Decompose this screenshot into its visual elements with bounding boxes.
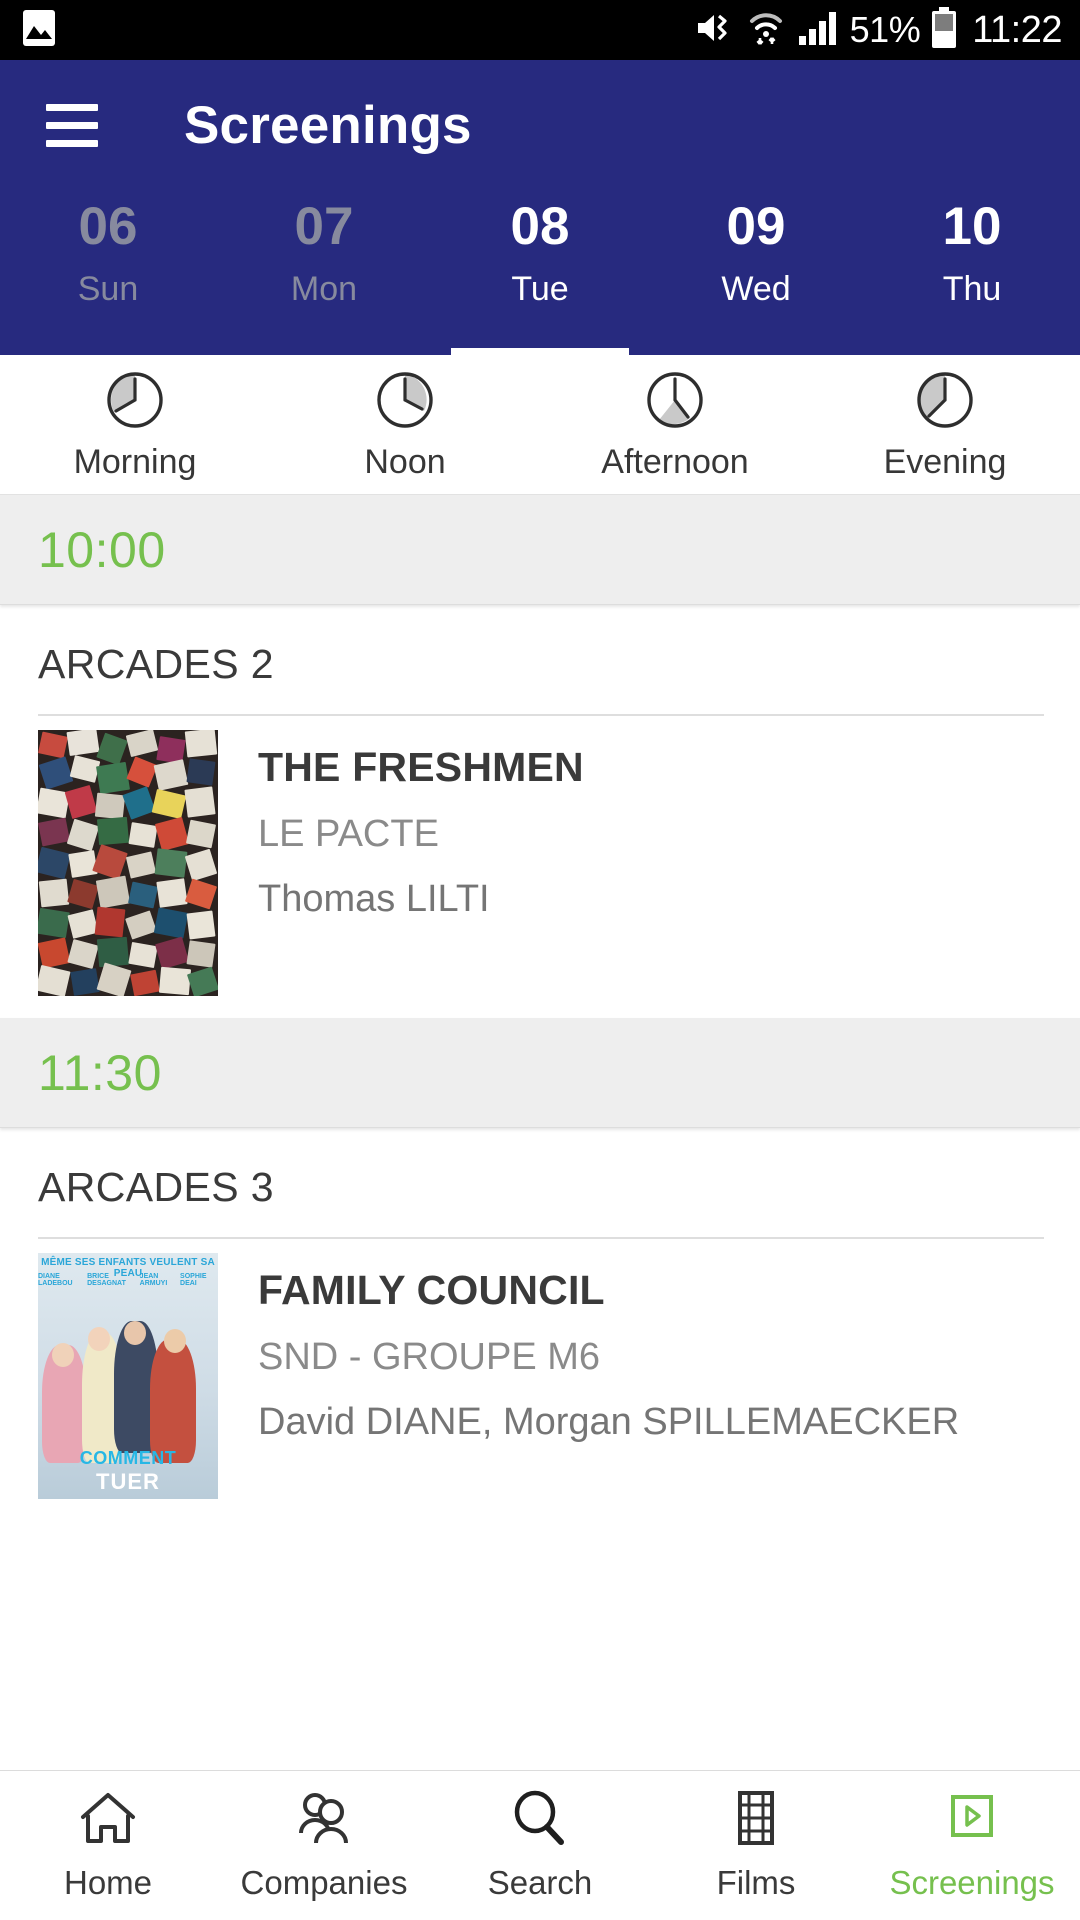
nav-item-companies[interactable]: Companies xyxy=(216,1789,432,1902)
date-tab-10[interactable]: 10 Thu xyxy=(864,190,1080,355)
bottom-navigation: Home Companies Search Films Screenings xyxy=(0,1770,1080,1920)
poster-art xyxy=(38,730,218,996)
nav-item-screenings[interactable]: Screenings xyxy=(864,1789,1080,1902)
venue-block: ARCADES 2 THE FRESHMEN LE PACTE Thomas L… xyxy=(0,605,1080,1018)
period-filter-bar: Morning Noon Afternoon Evening xyxy=(0,355,1080,495)
poster-art: MÊME SES ENFANTS VEULENT SA PEAU DIANE L… xyxy=(38,1253,218,1499)
period-label: Noon xyxy=(364,443,446,481)
page-title: Screenings xyxy=(184,95,472,155)
date-weekday: Thu xyxy=(942,270,1002,309)
date-selector: 06 Sun 07 Mon 08 Tue 09 Wed 10 Thu xyxy=(0,190,1080,355)
hamburger-menu-icon[interactable] xyxy=(46,103,98,147)
app-root: 51% 11:22 Screenings 06 Sun 07 Mon 08 Tu… xyxy=(0,0,1080,1920)
date-tab-06[interactable]: 06 Sun xyxy=(0,190,216,355)
date-weekday: Sun xyxy=(77,270,139,309)
battery-icon xyxy=(931,6,957,54)
film-info: FAMILY COUNCIL SND - GROUPE M6 David DIA… xyxy=(218,1253,959,1499)
venue-block: ARCADES 3 MÊME SES ENFANTS VEULENT SA PE… xyxy=(0,1128,1080,1521)
status-bar: 51% 11:22 xyxy=(0,0,1080,60)
film-strip-icon xyxy=(725,1789,787,1852)
period-label: Evening xyxy=(883,443,1007,481)
film-director: Thomas LILTI xyxy=(258,878,490,920)
film-info: THE FRESHMEN LE PACTE Thomas LILTI xyxy=(218,730,584,996)
poster-title: COMMENT TUER xyxy=(38,1448,218,1495)
status-bar-clock: 11:22 xyxy=(972,9,1062,51)
mute-icon xyxy=(695,9,735,52)
poster-figures xyxy=(38,1313,218,1463)
app-bar-top: Screenings xyxy=(0,60,1080,190)
clock-noon-icon xyxy=(372,367,438,433)
period-filter-morning[interactable]: Morning xyxy=(0,367,270,482)
time-header: 10:00 xyxy=(0,495,1080,605)
clock-morning-icon xyxy=(102,367,168,433)
date-number: 09 xyxy=(726,197,786,256)
poster-title-line2: TUER xyxy=(96,1469,160,1494)
film-company: SND - GROUPE M6 xyxy=(258,1336,601,1378)
period-filter-noon[interactable]: Noon xyxy=(270,367,540,482)
film-poster[interactable]: MÊME SES ENFANTS VEULENT SA PEAU DIANE L… xyxy=(38,1253,218,1499)
nav-label: Home xyxy=(63,1864,153,1901)
period-filter-evening[interactable]: Evening xyxy=(810,367,1080,482)
nav-item-films[interactable]: Films xyxy=(648,1789,864,1902)
play-box-icon xyxy=(941,1789,1003,1852)
poster-cast-name: JEAN ARMUYI xyxy=(139,1273,168,1287)
date-tab-09[interactable]: 09 Wed xyxy=(648,190,864,355)
image-icon xyxy=(22,9,56,52)
search-icon xyxy=(509,1789,571,1852)
poster-cast-name: SOPHIE DEAI xyxy=(180,1273,207,1287)
film-poster[interactable] xyxy=(38,730,218,996)
time-label: 11:30 xyxy=(38,1044,162,1101)
clock-evening-icon xyxy=(912,367,978,433)
time-label: 10:00 xyxy=(38,521,166,578)
date-weekday: Mon xyxy=(290,270,358,309)
wifi-icon xyxy=(746,8,786,53)
hamburger-line xyxy=(46,121,98,129)
hamburger-line xyxy=(46,139,98,147)
venue-name: ARCADES 3 xyxy=(38,1164,275,1210)
signal-icon xyxy=(797,9,839,52)
nav-item-home[interactable]: Home xyxy=(0,1789,216,1902)
poster-title-line1: COMMENT xyxy=(79,1448,177,1468)
time-header: 11:30 xyxy=(0,1018,1080,1128)
home-icon xyxy=(77,1789,139,1852)
date-weekday: Tue xyxy=(511,270,569,309)
battery-percent: 51% xyxy=(849,9,921,50)
poster-cast-name: BRICE DESAGNAT xyxy=(87,1273,126,1287)
film-row[interactable]: THE FRESHMEN LE PACTE Thomas LILTI xyxy=(38,716,1044,1018)
clock-afternoon-icon xyxy=(642,367,708,433)
film-company: LE PACTE xyxy=(258,813,439,855)
date-tab-08[interactable]: 08 Tue xyxy=(432,190,648,355)
period-label: Afternoon xyxy=(601,443,749,481)
period-filter-afternoon[interactable]: Afternoon xyxy=(540,367,810,482)
nav-item-search[interactable]: Search xyxy=(432,1789,648,1902)
date-weekday: Wed xyxy=(721,270,791,309)
poster-cast-name: DIANE LADEBOU xyxy=(38,1273,73,1287)
nav-label: Search xyxy=(487,1864,593,1901)
nav-label: Films xyxy=(716,1864,796,1901)
status-bar-right: 51% 11:22 xyxy=(695,6,1062,54)
date-tab-07[interactable]: 07 Mon xyxy=(216,190,432,355)
date-number: 08 xyxy=(510,197,570,256)
period-label: Morning xyxy=(73,443,197,481)
date-number: 07 xyxy=(294,197,354,256)
app-bar: Screenings 06 Sun 07 Mon 08 Tue 09 Wed 1 xyxy=(0,60,1080,355)
people-icon xyxy=(293,1789,355,1852)
nav-label: Screenings xyxy=(889,1864,1055,1901)
date-active-indicator xyxy=(451,348,629,355)
film-title: THE FRESHMEN xyxy=(258,744,584,790)
film-director: David DIANE, Morgan SPILLEMAECKER xyxy=(258,1401,960,1443)
film-row[interactable]: MÊME SES ENFANTS VEULENT SA PEAU DIANE L… xyxy=(38,1239,1044,1521)
hamburger-line xyxy=(46,103,98,111)
screenings-list[interactable]: 10:00 ARCADES 2 THE FRESHMEN LE PACTE Th… xyxy=(0,495,1080,1770)
status-bar-left xyxy=(22,9,56,52)
nav-label: Companies xyxy=(240,1864,408,1901)
date-number: 06 xyxy=(78,197,138,256)
film-title: FAMILY COUNCIL xyxy=(258,1267,605,1313)
date-number: 10 xyxy=(942,197,1002,256)
poster-cast: DIANE LADEBOU BRICE DESAGNAT JEAN ARMUYI… xyxy=(38,1273,218,1287)
venue-name: ARCADES 2 xyxy=(38,641,275,687)
